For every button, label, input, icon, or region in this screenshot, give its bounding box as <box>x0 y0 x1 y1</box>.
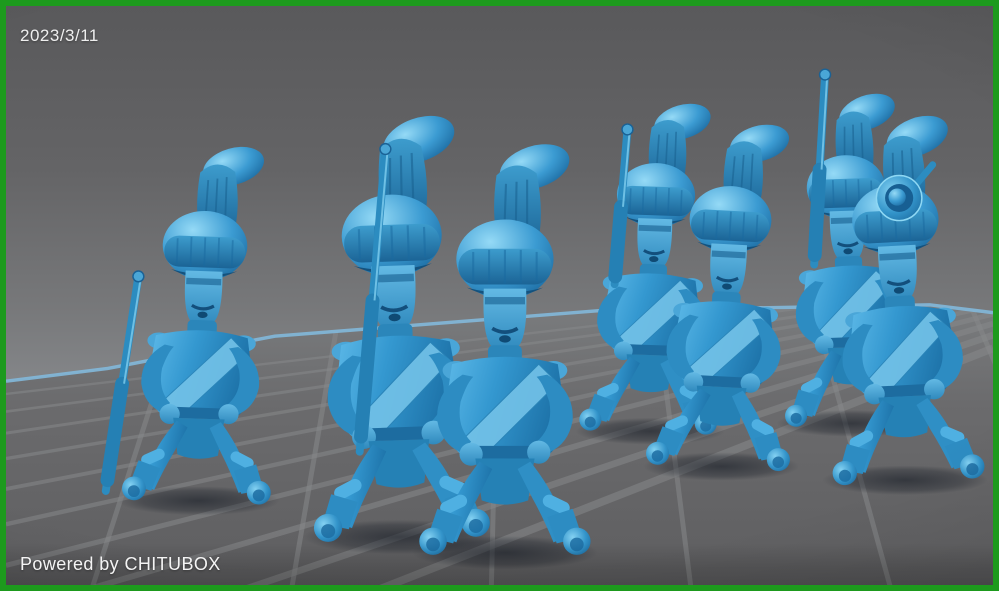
chitubox-render-window: 2023/3/11 Powered by CHITUBOX <box>0 0 999 591</box>
viewport-3d[interactable]: 2023/3/11 Powered by CHITUBOX <box>6 6 993 585</box>
build-plate-scene <box>6 6 993 585</box>
chitubox-watermark: Powered by CHITUBOX <box>20 554 221 575</box>
render-date-label: 2023/3/11 <box>20 26 99 46</box>
